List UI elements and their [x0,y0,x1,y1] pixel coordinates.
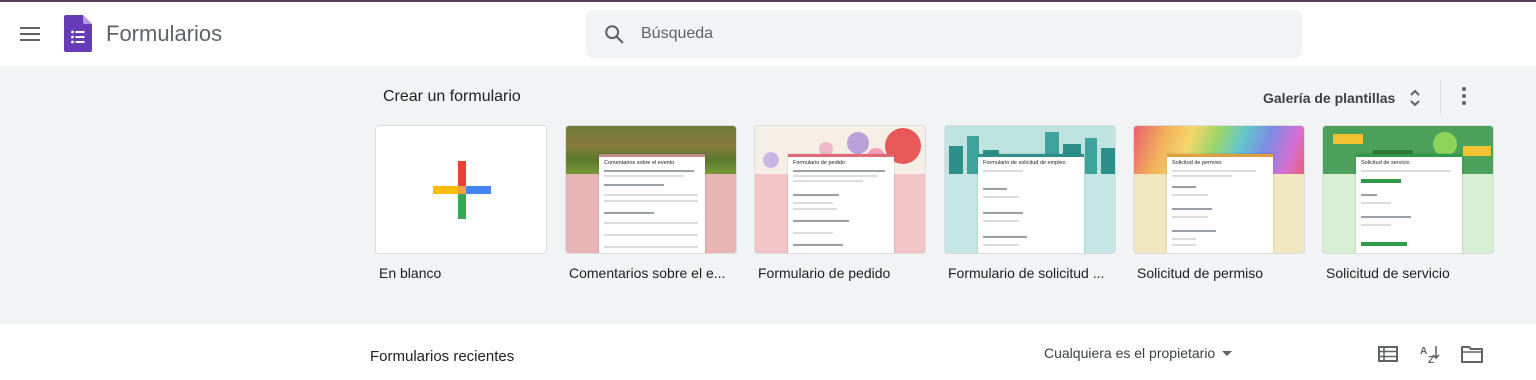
form-preview: Solicitud de servicio [1356,154,1462,253]
recent-forms-section: Formularios recientes Cualquiera es el p… [0,324,1536,380]
form-preview: Formulario de pedido [788,154,894,253]
list-view-button[interactable] [1376,342,1400,366]
template-thumbnail[interactable]: Solicitud de permiso [1133,125,1305,254]
plus-icon [433,161,491,219]
template-order-form[interactable]: Formulario de pedido Formulario de pedid… [754,125,926,281]
folder-icon [1461,346,1483,363]
template-thumbnail[interactable]: Formulario de pedido [754,125,926,254]
unfold-icon [1410,89,1420,107]
template-label: En blanco [379,265,442,281]
menu-icon [20,27,40,41]
search-icon[interactable] [603,23,625,45]
template-permission-request[interactable]: Solicitud de permiso Solicitud de permis… [1133,125,1305,281]
template-blank[interactable]: En blanco [375,125,547,281]
form-preview-title: Comentarios sobre el evento [604,160,675,166]
form-preview-title: Solicitud de permiso [1172,160,1222,166]
form-preview: Formulario de solicitud de empleo [978,154,1084,253]
main-menu-button[interactable] [14,18,46,50]
template-job-application[interactable]: Formulario de solicitud de empleo Formul… [944,125,1116,281]
owner-filter-dropdown[interactable]: Cualquiera es el propietario [1044,345,1233,361]
template-gallery-button[interactable]: Galería de plantillas [1263,86,1427,110]
form-preview: Comentarios sobre el evento [599,154,705,253]
owner-filter-label: Cualquiera es el propietario [1044,345,1216,361]
more-vert-icon [1462,87,1466,105]
template-thumbnail[interactable] [375,125,547,254]
template-service-request[interactable]: Solicitud de servicio Solicitud de servi… [1322,125,1494,281]
dropdown-arrow-icon [1222,351,1233,356]
search-bar[interactable] [585,10,1303,58]
form-preview-title: Formulario de solicitud de empleo [983,160,1066,166]
list-view-icon [1378,346,1398,362]
app-title[interactable]: Formularios [106,20,222,48]
form-preview-title: Solicitud de servicio [1361,160,1410,166]
more-options-button[interactable] [1452,84,1476,108]
template-label: Formulario de solicitud ... [948,265,1105,281]
form-preview: Solicitud de permiso [1167,154,1273,253]
template-gallery: Crear un formulario Galería de plantilla… [0,66,1536,324]
recent-forms-title: Formularios recientes [370,348,515,365]
open-file-picker-button[interactable] [1460,342,1484,366]
gallery-divider [1440,80,1441,114]
template-label: Solicitud de servicio [1326,265,1450,281]
form-preview-title: Formulario de pedido [793,160,845,166]
gallery-title: Crear un formulario [383,88,521,105]
template-thumbnail[interactable]: Comentarios sobre el evento [565,125,737,254]
forms-logo-icon[interactable] [64,15,92,52]
app-header: Formularios [0,2,1536,66]
svg-text:Z: Z [1428,355,1434,364]
template-event-feedback[interactable]: Comentarios sobre el evento Comentarios … [565,125,737,281]
template-thumbnail[interactable]: Solicitud de servicio [1322,125,1494,254]
template-label: Formulario de pedido [758,265,891,281]
template-label: Solicitud de permiso [1137,265,1264,281]
template-label: Comentarios sobre el e... [569,265,726,281]
template-thumbnail[interactable]: Formulario de solicitud de empleo [944,125,1116,254]
svg-text:A: A [1420,346,1427,357]
template-gallery-label: Galería de plantillas [1263,90,1396,106]
search-input[interactable] [641,22,1241,46]
sort-button[interactable]: A Z [1418,342,1442,366]
sort-az-icon: A Z [1420,346,1440,364]
